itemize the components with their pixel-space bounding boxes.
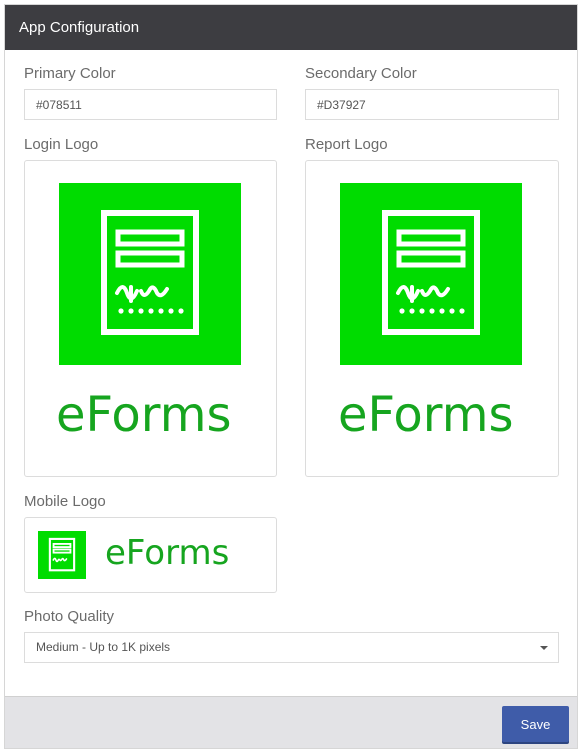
form-document-icon — [59, 183, 241, 365]
form-document-icon — [340, 183, 522, 365]
login-logo-brand-text: eForms — [56, 387, 232, 443]
chevron-down-icon — [540, 646, 548, 650]
mobile-logo-upload[interactable]: eForms — [24, 517, 277, 593]
photo-quality-select[interactable]: Medium - Up to 1K pixels — [24, 632, 559, 663]
app-configuration-panel: App Configuration Primary Color Secondar… — [4, 4, 578, 749]
login-logo-upload[interactable]: eForms — [24, 160, 277, 477]
mobile-logo-label: Mobile Logo — [24, 493, 106, 510]
secondary-color-input[interactable] — [305, 89, 559, 120]
report-logo-brand-text: eForms — [338, 387, 514, 443]
primary-color-label: Primary Color — [24, 65, 116, 82]
panel-footer: Save — [5, 696, 577, 748]
panel-title: App Configuration — [5, 5, 577, 50]
photo-quality-label: Photo Quality — [24, 608, 115, 625]
form-document-icon — [38, 531, 86, 579]
save-button[interactable]: Save — [502, 706, 569, 742]
secondary-color-label: Secondary Color — [305, 65, 417, 82]
report-logo-upload[interactable]: eForms — [305, 160, 559, 477]
mobile-logo-brand-text: eForms — [105, 533, 230, 573]
report-logo-label: Report Logo — [305, 136, 388, 153]
photo-quality-selected-value: Medium - Up to 1K pixels — [36, 640, 171, 654]
login-logo-label: Login Logo — [24, 136, 99, 153]
primary-color-input[interactable] — [24, 89, 277, 120]
